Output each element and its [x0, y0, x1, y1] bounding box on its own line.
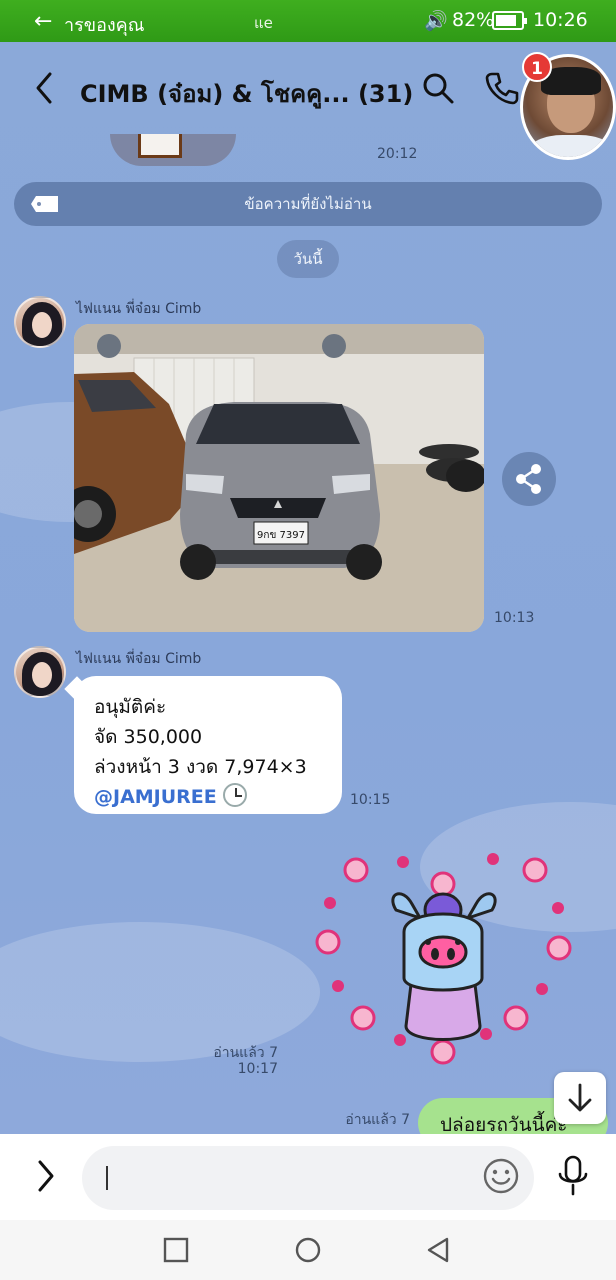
sender-avatar[interactable]: [14, 646, 66, 698]
sender-name: ไฟแนน พี่จ๋อม Cimb: [76, 651, 202, 667]
status-bar: ← ารของคุณ แe 🔊 82% 10:26: [0, 0, 616, 42]
battery-percent: 82%: [452, 9, 495, 31]
message-input[interactable]: [82, 1146, 534, 1210]
message-input-bar: [0, 1134, 616, 1220]
system-navigation-bar: [0, 1220, 616, 1280]
text-message-bubble[interactable]: อนุมัติค่ะ จัด 350,000 ล่วงหน้า 3 งวด 7,…: [64, 676, 342, 814]
phone-icon[interactable]: [484, 70, 520, 106]
back-nav-icon[interactable]: [425, 1236, 451, 1264]
message-time: 20:12: [377, 146, 418, 162]
message-time: 10:13: [494, 610, 535, 626]
tag-icon: [31, 196, 58, 212]
chevron-right-icon[interactable]: [30, 1156, 62, 1196]
message-line: ล่วงหน้า 3 งวด 7,974×3: [94, 756, 307, 778]
unread-label: ข้อความที่ยังไม่อ่าน: [244, 195, 372, 213]
message-line: อนุมัติค่ะ: [94, 696, 167, 718]
clock: 10:26: [533, 9, 588, 31]
home-icon[interactable]: [294, 1236, 322, 1264]
return-arrow-icon[interactable]: ←: [34, 9, 52, 34]
share-button[interactable]: [502, 452, 556, 506]
mang-sticker[interactable]: [312, 848, 582, 1068]
read-receipt: อ่านแล้ว 7: [345, 1112, 410, 1128]
text-cursor: [106, 1166, 108, 1190]
photo-message[interactable]: 9กข 7397: [74, 324, 484, 632]
message-time: 10:15: [350, 792, 391, 808]
sender-avatar[interactable]: [14, 296, 66, 348]
mention-link[interactable]: @JAMJUREE: [94, 786, 217, 808]
return-label[interactable]: ารของคุณ: [64, 10, 144, 39]
chat-title[interactable]: CIMB (จ๋อม) & โชคคู... (31): [80, 74, 413, 113]
message-line: จัด 350,000: [94, 726, 203, 748]
date-separator: วันนี้: [277, 240, 339, 278]
message-text: ปล่อยรถวันนี้ค่ะ: [440, 1114, 568, 1136]
volume-icon: 🔊: [424, 10, 448, 32]
battery-icon: [492, 11, 527, 30]
arrow-down-icon[interactable]: [554, 1072, 606, 1124]
license-plate: 9กข 7397: [257, 530, 305, 541]
unread-messages-bar[interactable]: ข้อความที่ยังไม่อ่าน: [14, 182, 602, 226]
carrier-label: แe: [254, 14, 273, 32]
clock-emoji-icon: [222, 783, 247, 807]
microphone-icon[interactable]: [556, 1154, 590, 1198]
smiley-icon[interactable]: [482, 1157, 520, 1195]
chevron-left-icon[interactable]: [30, 68, 60, 108]
sender-name: ไฟแนน พี่จ๋อม Cimb: [76, 301, 202, 317]
search-icon[interactable]: [420, 70, 456, 106]
message-time: 10:17: [237, 1061, 278, 1077]
recent-apps-icon[interactable]: [163, 1236, 189, 1264]
previous-sticker[interactable]: [110, 134, 236, 166]
notification-badge: 1: [522, 52, 552, 82]
car-photo: 9กข 7397: [74, 324, 484, 632]
